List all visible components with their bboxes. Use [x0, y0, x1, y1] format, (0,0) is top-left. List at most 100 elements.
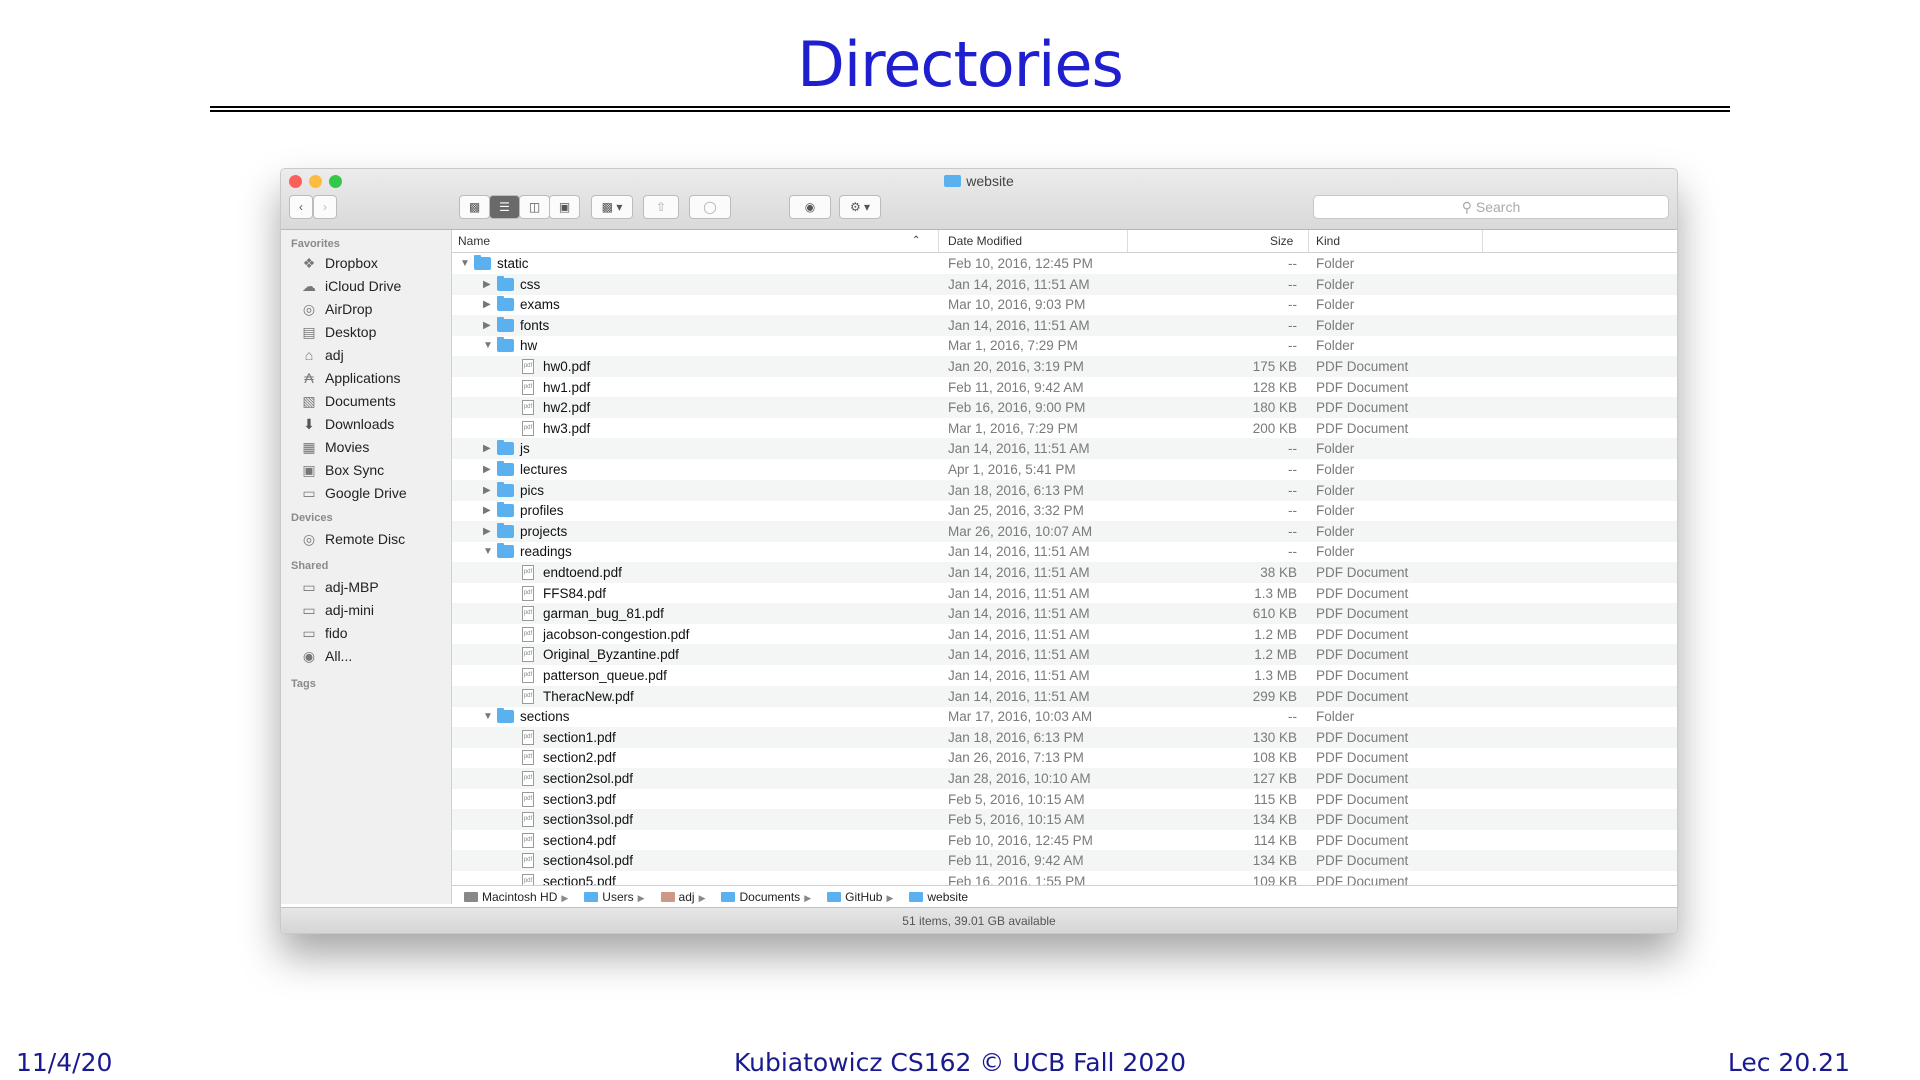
- file-name: section4sol.pdf: [543, 853, 634, 869]
- disclosure-closed-icon[interactable]: ▶: [483, 438, 491, 459]
- pdf-icon: pdf: [522, 832, 534, 848]
- sidebar-item-documents[interactable]: ▧ Documents: [301, 389, 396, 413]
- disclosure-open-icon[interactable]: ▼: [483, 541, 493, 562]
- folder-row[interactable]: ▶ fonts Jan 14, 2016, 11:51 AM -- Folder: [452, 314, 1677, 336]
- file-row[interactable]: pdf section3sol.pdf Feb 5, 2016, 10:15 AM 1…: [452, 809, 1677, 831]
- column-name[interactable]: Name: [458, 234, 490, 248]
- file-row[interactable]: pdf section2sol.pdf Jan 28, 2016, 10:10 AM…: [452, 768, 1677, 789]
- disclosure-open-icon[interactable]: ▼: [483, 706, 493, 727]
- search-input[interactable]: ⚲ Search: [1313, 195, 1669, 219]
- path-separator-icon: ▶: [637, 893, 645, 903]
- folder-row[interactable]: ▶ pics Jan 18, 2016, 6:13 PM -- Folder: [452, 479, 1677, 501]
- file-row[interactable]: pdf hw2.pdf Feb 16, 2016, 9:00 PM 180 KB PDF…: [452, 397, 1677, 419]
- path-segment[interactable]: website: [909, 890, 968, 904]
- tags-button[interactable]: ◯: [689, 195, 731, 219]
- folder-row[interactable]: ▶ profiles Jan 25, 2016, 3:32 PM -- Folder: [452, 500, 1677, 521]
- desktop-icon: ▤: [302, 324, 316, 340]
- path-segment[interactable]: Macintosh HD: [464, 890, 557, 904]
- file-row[interactable]: pdf jacobson-congestion.pdf Jan 14, 2016, …: [452, 624, 1677, 645]
- disclosure-open-icon[interactable]: ▼: [483, 335, 493, 356]
- quick-look-button[interactable]: ◉: [789, 195, 831, 219]
- file-date-modified: Mar 1, 2016, 7:29 PM: [948, 338, 1078, 354]
- sidebar-item-box-sync[interactable]: ▣ Box Sync: [301, 458, 384, 482]
- action-gear-button[interactable]: ⚙ ▾: [839, 195, 881, 219]
- file-row[interactable]: pdf TheracNew.pdf Jan 14, 2016, 11:51 AM 29…: [452, 685, 1677, 707]
- sidebar-item-desktop[interactable]: ▤ Desktop: [301, 320, 376, 344]
- disclosure-closed-icon[interactable]: ▶: [483, 294, 491, 315]
- folder-row[interactable]: ▼ readings Jan 14, 2016, 11:51 AM -- Folder: [452, 541, 1677, 562]
- cover-flow-button[interactable]: ▣: [549, 195, 580, 219]
- folder-row[interactable]: ▼ sections Mar 17, 2016, 10:03 AM -- Folder: [452, 706, 1677, 727]
- folder-row[interactable]: ▶ lectures Apr 1, 2016, 5:41 PM -- Folder: [452, 459, 1677, 480]
- file-row[interactable]: pdf hw1.pdf Feb 11, 2016, 9:42 AM 128 KB PDF…: [452, 377, 1677, 398]
- disclosure-closed-icon[interactable]: ▶: [483, 315, 491, 336]
- sidebar-item-downloads[interactable]: ⬇ Downloads: [301, 412, 394, 436]
- file-row[interactable]: pdf FFS84.pdf Jan 14, 2016, 11:51 AM 1.3 MB…: [452, 583, 1677, 604]
- file-row[interactable]: pdf section2.pdf Jan 26, 2016, 7:13 PM 108 …: [452, 747, 1677, 768]
- sidebar-item-icloud-drive[interactable]: ☁ iCloud Drive: [301, 274, 401, 298]
- column-divider[interactable]: [938, 230, 939, 252]
- sidebar-item-remote-disc[interactable]: ◎ Remote Disc: [301, 527, 405, 551]
- disclosure-closed-icon[interactable]: ▶: [483, 459, 491, 480]
- file-date-modified: Jan 14, 2016, 11:51 AM: [948, 668, 1090, 683]
- folder-row[interactable]: ▶ exams Mar 10, 2016, 9:03 PM -- Folder: [452, 294, 1677, 315]
- path-segment-label: Users: [602, 890, 634, 904]
- folder-row[interactable]: ▼ static Feb 10, 2016, 12:45 PM -- Folder: [452, 253, 1677, 274]
- arrange-button[interactable]: ▩ ▾: [591, 195, 633, 219]
- share-button[interactable]: ⇧: [643, 195, 679, 219]
- file-row[interactable]: pdf section4sol.pdf Feb 11, 2016, 9:42 AM 1…: [452, 850, 1677, 872]
- file-row[interactable]: pdf section4.pdf Feb 10, 2016, 12:45 PM 114…: [452, 830, 1677, 851]
- column-view-button[interactable]: ◫: [519, 195, 550, 219]
- disclosure-closed-icon[interactable]: ▶: [483, 274, 491, 295]
- file-row[interactable]: pdf patterson_queue.pdf Jan 14, 2016, 11:5…: [452, 665, 1677, 686]
- folder-row[interactable]: ▶ css Jan 14, 2016, 11:51 AM -- Folder: [452, 273, 1677, 295]
- sidebar-item-adj-mbp[interactable]: ▭ adj-MBP: [301, 575, 378, 599]
- column-size[interactable]: Size: [1270, 234, 1293, 248]
- sidebar-item-applications[interactable]: ₳ Applications: [301, 366, 400, 390]
- folder-row[interactable]: ▼ hw Mar 1, 2016, 7:29 PM -- Folder: [452, 335, 1677, 356]
- file-row[interactable]: pdf section5.pdf Feb 16, 2016, 1:55 PM 109 …: [452, 871, 1677, 885]
- sidebar-item-label: Desktop: [325, 324, 377, 340]
- sidebar-item-airdrop[interactable]: ◎ AirDrop: [301, 297, 373, 321]
- column-divider[interactable]: [1308, 230, 1309, 252]
- icon-view-button[interactable]: ▩: [459, 195, 490, 219]
- file-row[interactable]: pdf hw3.pdf Mar 1, 2016, 7:29 PM 200 KB PDF …: [452, 418, 1677, 439]
- file-row[interactable]: pdf section1.pdf Jan 18, 2016, 6:13 PM 130 …: [452, 726, 1677, 748]
- path-segment[interactable]: GitHub: [827, 890, 882, 904]
- folder-row[interactable]: ▶ projects Mar 26, 2016, 10:07 AM -- Folder: [452, 520, 1677, 542]
- dropbox-icon: ❖: [302, 255, 316, 271]
- laptop-icon: ▭: [302, 579, 316, 595]
- file-date-modified: Jan 14, 2016, 11:51 AM: [948, 565, 1090, 580]
- pdf-icon: pdf: [522, 668, 534, 683]
- folder-row[interactable]: ▶ js Jan 14, 2016, 11:51 AM -- Folder: [452, 438, 1677, 460]
- path-segment[interactable]: adj: [660, 890, 695, 904]
- path-segment[interactable]: Documents: [721, 890, 800, 904]
- disclosure-open-icon[interactable]: ▼: [460, 253, 470, 274]
- sidebar-item-fido[interactable]: ▭ fido: [301, 621, 347, 645]
- column-date-modified[interactable]: Date Modified: [948, 234, 1022, 248]
- file-size: 108 KB: [1252, 750, 1297, 766]
- disclosure-closed-icon[interactable]: ▶: [483, 480, 491, 501]
- disclosure-closed-icon[interactable]: ▶: [483, 521, 491, 542]
- list-view-button[interactable]: ☰: [489, 195, 520, 219]
- disclosure-closed-icon[interactable]: ▶: [483, 500, 491, 521]
- column-divider[interactable]: [1482, 230, 1483, 252]
- sidebar-item-label: Documents: [325, 393, 396, 409]
- sidebar-item-movies[interactable]: ▦ Movies: [301, 435, 369, 459]
- path-segment[interactable]: Users: [584, 890, 634, 904]
- file-row[interactable]: pdf hw0.pdf Jan 20, 2016, 3:19 PM 175 KB PDF…: [452, 356, 1677, 377]
- file-size: 180 KB: [1252, 400, 1297, 416]
- sidebar-item-adj[interactable]: ⌂ adj: [301, 343, 344, 367]
- file-row[interactable]: pdf garman_bug_81.pdf Jan 14, 2016, 11:51 …: [452, 603, 1677, 625]
- file-row[interactable]: pdf section3.pdf Feb 5, 2016, 10:15 AM 115 …: [452, 789, 1677, 810]
- column-kind[interactable]: Kind: [1316, 234, 1340, 248]
- file-row[interactable]: pdf endtoend.pdf Jan 14, 2016, 11:51 AM 38 …: [452, 562, 1677, 583]
- sidebar-item-google-drive[interactable]: ▭ Google Drive: [301, 481, 406, 505]
- file-row[interactable]: pdf Original_Byzantine.pdf Jan 14, 2016, 1…: [452, 644, 1677, 666]
- sidebar-item-all[interactable]: ◉ All...: [301, 644, 352, 668]
- sidebar-item-dropbox[interactable]: ❖ Dropbox: [301, 251, 378, 275]
- back-button[interactable]: ‹: [289, 195, 313, 219]
- column-divider[interactable]: [1127, 230, 1128, 252]
- sidebar-item-adj-mini[interactable]: ▭ adj-mini: [301, 598, 374, 622]
- forward-button[interactable]: ›: [313, 195, 337, 219]
